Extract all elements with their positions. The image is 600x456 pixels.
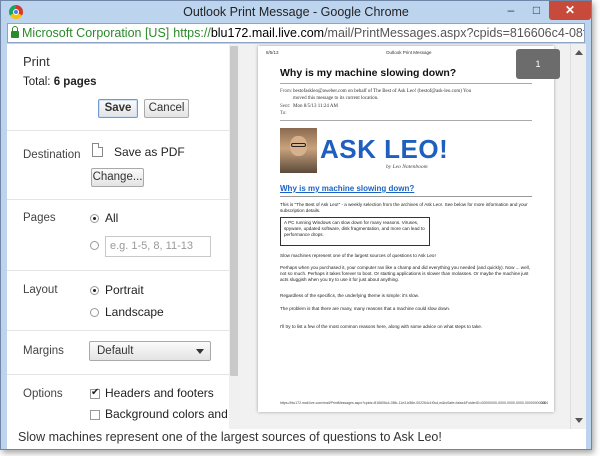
lock-icon <box>11 26 19 38</box>
page-footer-number: 1/6 <box>541 401 546 405</box>
chevron-down-icon <box>196 349 204 354</box>
browser-window: Outlook Print Message - Google Chrome – … <box>0 0 592 450</box>
margins-select[interactable]: Default <box>89 341 211 361</box>
url-host: blu172.mail.live.com <box>210 26 325 40</box>
divider <box>7 374 229 375</box>
page-number-badge: 1 <box>516 49 560 79</box>
headers-footers-checkbox[interactable] <box>90 387 100 399</box>
print-preview: 8/5/13 Outlook Print Message Why is my m… <box>239 44 570 429</box>
page-header-date: 8/5/13 <box>266 50 279 55</box>
divider <box>7 270 229 271</box>
layout-label: Layout <box>23 284 58 296</box>
destination-label: Destination <box>23 149 81 161</box>
print-settings-panel: Print Total: 6 pages Save Cancel Destina… <box>7 44 230 429</box>
to-label: To: <box>280 111 287 116</box>
to-line: To: <box>280 110 293 117</box>
paragraph-3: Regardless of the specifics, the underly… <box>280 293 420 298</box>
pages-custom-radio[interactable] <box>90 241 99 250</box>
scrollbar-thumb[interactable] <box>230 46 238 376</box>
save-button[interactable]: Save <box>98 99 138 118</box>
margins-label: Margins <box>23 345 64 357</box>
from-label: From: <box>280 89 293 94</box>
sent-line: Sent: Mon 8/5/13 11:24 AM <box>280 103 338 110</box>
url-text[interactable]: https://blu172.mail.live.com/mail/PrintM… <box>173 26 584 40</box>
paragraph-2: Perhaps when you purchased it, your comp… <box>280 265 530 282</box>
url-path: /mail/PrintMessages.aspx?cpids=816606c4-… <box>324 26 584 40</box>
headers-footers-label: Headers and footers <box>105 386 214 400</box>
background-colors-label: Background colors and <box>105 407 228 421</box>
ask-leo-logo: ASK LEO! <box>320 134 449 164</box>
summary-box: A PC running Windows can slow down for m… <box>280 217 430 246</box>
logo-byline: by Leo Notenboom <box>386 164 428 170</box>
sent-value: Mon 8/5/13 11:24 AM <box>293 104 338 109</box>
maximize-button[interactable]: □ <box>524 1 549 20</box>
divider <box>7 330 229 331</box>
identity-label: Microsoft Corporation [US] <box>22 26 170 40</box>
portrait-radio[interactable] <box>90 286 99 295</box>
pages-label: Pages <box>23 212 56 224</box>
destination-value: Save as PDF <box>114 145 185 159</box>
landscape-radio[interactable] <box>90 308 99 317</box>
address-bar[interactable]: Microsoft Corporation [US] https://blu172… <box>7 23 585 43</box>
margins-value: Default <box>97 345 134 357</box>
author-photo <box>280 128 317 173</box>
divider <box>280 196 532 197</box>
page-total: Total: 6 pages <box>23 76 97 88</box>
print-heading: Print <box>23 54 50 69</box>
minimize-button[interactable]: – <box>498 1 524 20</box>
total-label: Total: <box>23 76 51 88</box>
paragraph-5: I'll try to list a few of the most commo… <box>280 324 483 329</box>
total-value: 6 pages <box>53 76 97 88</box>
pages-range-input[interactable]: e.g. 1-5, 8, 11-13 <box>105 236 211 257</box>
intro-text: This is "The Best of Ask Leo!" - a weekl… <box>280 202 528 213</box>
options-label: Options <box>23 388 63 400</box>
settings-scrollbar[interactable] <box>229 44 239 429</box>
landscape-label: Landscape <box>105 305 164 319</box>
page-footer-url: https://blu172.mail.live.com/mail/PrintM… <box>280 401 549 405</box>
cancel-button[interactable]: Cancel <box>144 99 189 118</box>
arrow-down-icon[interactable] <box>575 418 583 423</box>
divider <box>7 130 229 131</box>
background-colors-checkbox[interactable] <box>90 410 100 420</box>
portrait-label: Portrait <box>105 283 144 297</box>
paragraph-1: Slow machines represent one of the large… <box>280 253 436 258</box>
page-header-title: Outlook Print Message <box>386 50 432 55</box>
title-bar: Outlook Print Message - Google Chrome – … <box>1 1 591 23</box>
pages-all-radio[interactable] <box>90 214 99 223</box>
arrow-up-icon[interactable] <box>575 50 583 55</box>
paragraph-4: The problem is that there are many, many… <box>280 306 451 311</box>
from-line: From:bestofaskleo@aweber.com on behalf o… <box>280 88 471 95</box>
divider <box>280 120 532 121</box>
print-dialog: Print Total: 6 pages Save Cancel Destina… <box>7 44 586 429</box>
from-line-2: moved this message to its current locati… <box>293 96 379 101</box>
background-page-text: Slow machines represent one of the large… <box>7 429 586 449</box>
sent-label: Sent: <box>280 104 291 109</box>
document-icon <box>92 143 103 157</box>
pages-all-label: All <box>105 211 119 225</box>
preview-scrollbar[interactable] <box>570 44 586 429</box>
divider <box>280 83 532 84</box>
change-destination-button[interactable]: Change... <box>91 168 144 187</box>
url-scheme: https:// <box>173 26 211 40</box>
from-value: bestofaskleo@aweber.com on behalf of The… <box>293 89 472 94</box>
article-link[interactable]: Why is my machine slowing down? <box>280 184 414 193</box>
divider <box>7 199 229 200</box>
security-identity[interactable]: Microsoft Corporation [US] <box>8 24 173 42</box>
background-page-line: Slow machines represent one of the large… <box>18 430 442 444</box>
message-subject: Why is my machine slowing down? <box>280 67 457 79</box>
preview-page: 8/5/13 Outlook Print Message Why is my m… <box>258 46 554 412</box>
close-button[interactable]: ✕ <box>549 1 591 20</box>
